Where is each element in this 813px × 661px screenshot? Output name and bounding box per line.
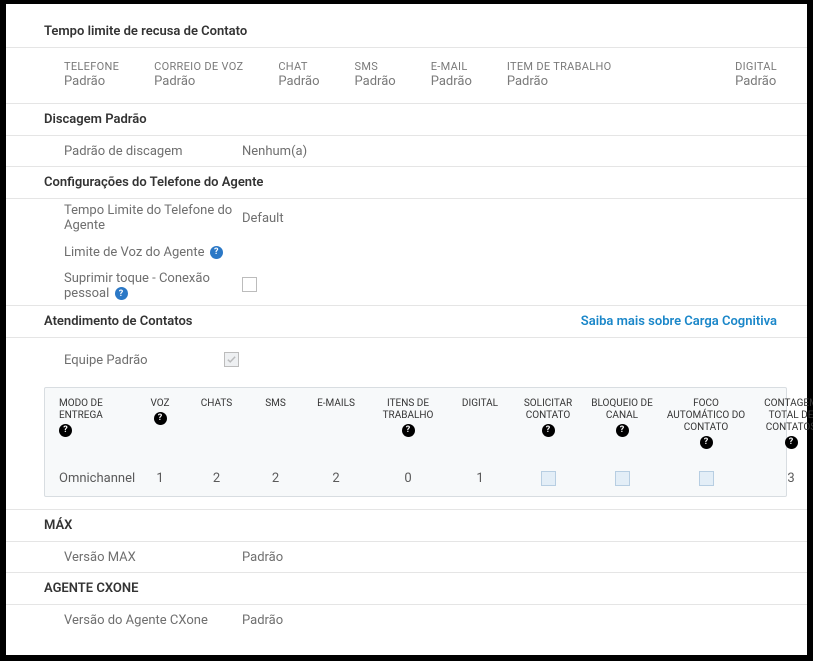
help-icon[interactable]: ? <box>785 436 798 449</box>
refusal-label: DIGITAL <box>735 60 777 73</box>
section-default-dialing: Discagem Padrão <box>6 104 807 136</box>
col-sms: SMS <box>248 398 303 410</box>
section-cxone-agent: AGENTE CXONE <box>6 573 807 605</box>
refusal-value: Padrão <box>735 74 777 89</box>
help-icon[interactable]: ? <box>59 424 72 437</box>
help-icon[interactable]: ? <box>616 424 629 437</box>
refusal-label: SMS <box>355 60 396 73</box>
col-auto-focus: FOCO AUTOMÁTICO DO CONTATO ? <box>661 398 751 449</box>
refusal-label: CHAT <box>278 60 319 73</box>
cell-voice: 1 <box>135 471 185 486</box>
help-icon[interactable]: ? <box>402 424 415 437</box>
col-channel-lock: BLOQUEIO DE CANAL ? <box>587 398 657 437</box>
col-chats: CHATS <box>189 398 244 410</box>
default-team-checkbox <box>224 352 239 367</box>
channel-lock-checkbox[interactable] <box>615 471 630 486</box>
help-icon[interactable]: ? <box>700 436 713 449</box>
refusal-item-voicemail: CORREIO DE VOZ Padrão <box>154 60 243 89</box>
cell-sms: 2 <box>248 471 303 486</box>
refusal-label: CORREIO DE VOZ <box>154 60 243 73</box>
cognitive-load-link[interactable]: Saiba mais sobre Carga Cognitiva <box>581 314 777 329</box>
cell-total: 3 <box>755 471 813 486</box>
agent-voice-limit-label: Limite de Voz do Agente ? <box>64 245 242 260</box>
cell-emails: 2 <box>307 471 365 486</box>
help-icon[interactable]: ? <box>154 412 167 425</box>
col-digital: DIGITAL <box>451 398 509 410</box>
col-voice: VOZ ? <box>135 398 185 425</box>
help-icon[interactable]: ? <box>542 424 555 437</box>
refusal-value: Padrão <box>431 74 472 89</box>
cell-workitems: 0 <box>369 471 447 486</box>
refusal-item-sms: SMS Padrão <box>355 60 396 89</box>
refusal-item-email: E-MAIL Padrão <box>431 60 472 89</box>
refusal-value: Padrão <box>154 74 243 89</box>
section-max: MÁX <box>6 510 807 542</box>
refusal-value: Padrão <box>355 74 396 89</box>
refusal-item-chat: CHAT Padrão <box>278 60 319 89</box>
cell-chats: 2 <box>189 471 244 486</box>
refusal-item-telefone: TELEFONE Padrão <box>64 60 119 89</box>
refusal-value: Padrão <box>64 74 119 89</box>
max-version-label: Versão MAX <box>64 550 242 565</box>
col-request-contact: SOLICITAR CONTATO ? <box>513 398 583 437</box>
refusal-items: TELEFONE Padrão CORREIO DE VOZ Padrão CH… <box>6 48 807 103</box>
section-refusal-timeout: Tempo limite de recusa de Contato <box>6 16 807 48</box>
refusal-value: Padrão <box>278 74 319 89</box>
section-contact-handling: Atendimento de Contatos <box>44 314 193 329</box>
col-total-count: CONTAGEM TOTAL DE CONTATOS ? <box>755 398 813 449</box>
col-emails: E-MAILS <box>307 398 365 410</box>
section-agent-phone: Configurações do Telefone do Agente <box>6 167 807 199</box>
refusal-item-workitem: ITEM DE TRABALHO Padrão <box>507 60 612 89</box>
auto-focus-checkbox[interactable] <box>699 471 714 486</box>
contact-handling-table: MODO DE ENTREGA ? VOZ ? CHATS SMS E-MAIL… <box>44 387 787 497</box>
agent-phone-timeout-value: Default <box>242 211 284 226</box>
suppress-ring-label: Suprimir toque - Conexão pessoal ? <box>64 271 242 301</box>
refusal-label: E-MAIL <box>431 60 472 73</box>
refusal-value: Padrão <box>507 74 612 89</box>
dialing-pattern-label: Padrão de discagem <box>64 144 242 159</box>
col-workitems: ITENS DE TRABALHO ? <box>369 398 447 437</box>
dialing-pattern-value: Nenhum(a) <box>242 144 307 159</box>
table-row: Omnichannel 1 2 2 2 0 1 3 <box>53 471 778 486</box>
cxone-version-label: Versão do Agente CXone <box>64 613 242 628</box>
refusal-label: TELEFONE <box>64 60 119 73</box>
cell-mode: Omnichannel <box>53 471 131 486</box>
col-delivery-mode: MODO DE ENTREGA ? <box>53 398 131 437</box>
refusal-item-digital: DIGITAL Padrão <box>735 60 777 89</box>
default-team-label: Equipe Padrão <box>64 353 224 368</box>
help-icon[interactable]: ? <box>115 287 128 300</box>
suppress-ring-checkbox[interactable] <box>242 277 257 292</box>
refusal-label: ITEM DE TRABALHO <box>507 60 612 73</box>
help-icon[interactable]: ? <box>210 246 223 259</box>
agent-phone-timeout-label: Tempo Limite do Telefone do Agente <box>64 203 242 233</box>
request-contact-checkbox[interactable] <box>541 471 556 486</box>
max-version-value: Padrão <box>242 550 283 565</box>
cell-digital: 1 <box>451 471 509 486</box>
cxone-version-value: Padrão <box>242 613 283 628</box>
